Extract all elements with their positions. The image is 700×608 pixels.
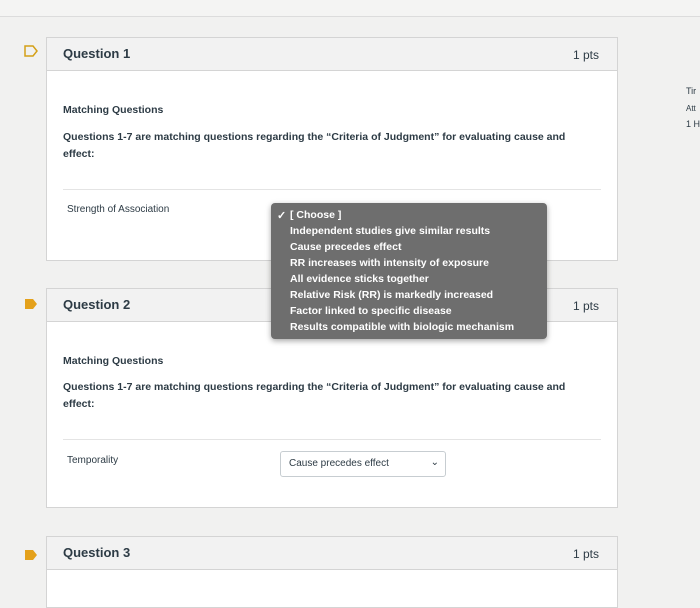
question-title: Question 3 xyxy=(63,545,131,560)
question-points: 1 pts xyxy=(572,48,599,62)
dropdown-option[interactable]: Results compatible with biologic mechani… xyxy=(290,321,514,333)
dropdown-option[interactable]: [ Choose ] xyxy=(290,209,341,221)
question-heading: Matching Questions xyxy=(63,355,164,367)
question-points: 1 pts xyxy=(572,299,599,313)
dropdown-option[interactable]: Independent studies give similar results xyxy=(290,225,490,237)
answer-select[interactable]: Cause precedes effect ⌄ xyxy=(280,451,446,477)
dropdown-option[interactable]: Factor linked to specific disease xyxy=(290,305,452,317)
question-title: Question 2 xyxy=(63,297,131,312)
question-title: Question 1 xyxy=(63,46,131,61)
flag-outline-icon[interactable] xyxy=(24,45,38,57)
flag-filled-icon[interactable] xyxy=(24,298,38,310)
flag-filled-icon[interactable] xyxy=(24,549,38,561)
chevron-down-icon: ⌄ xyxy=(430,457,439,468)
question-heading: Matching Questions xyxy=(63,104,164,116)
question-description: Questions 1-7 are matching questions reg… xyxy=(63,131,566,160)
selected-value: Cause precedes effect xyxy=(289,458,389,469)
side-panel-time-value: 1 H xyxy=(686,119,700,129)
match-label: Temporality xyxy=(67,455,119,466)
question-card-3: Question 3 1 pts xyxy=(46,536,618,608)
divider xyxy=(63,189,601,190)
answer-dropdown-menu[interactable]: ✓ [ Choose ] Independent studies give si… xyxy=(271,203,547,339)
dropdown-option[interactable]: Relative Risk (RR) is markedly increased xyxy=(290,289,493,301)
top-toolbar-edge xyxy=(0,0,700,17)
dropdown-option[interactable]: RR increases with intensity of exposure xyxy=(290,257,489,269)
question-points: 1 pts xyxy=(572,547,599,561)
question-header: Question 1 1 pts xyxy=(47,38,617,71)
side-panel-attempt-label: Att xyxy=(686,104,696,113)
side-panel-time-label: Tir xyxy=(686,86,697,96)
checkmark-icon: ✓ xyxy=(277,210,287,222)
dropdown-option[interactable]: Cause precedes effect xyxy=(290,241,401,253)
question-description: Questions 1-7 are matching questions reg… xyxy=(63,381,566,410)
match-label: Strength of Association xyxy=(67,204,170,215)
divider xyxy=(63,439,601,440)
dropdown-option[interactable]: All evidence sticks together xyxy=(290,273,429,285)
question-header: Question 3 1 pts xyxy=(47,537,617,570)
